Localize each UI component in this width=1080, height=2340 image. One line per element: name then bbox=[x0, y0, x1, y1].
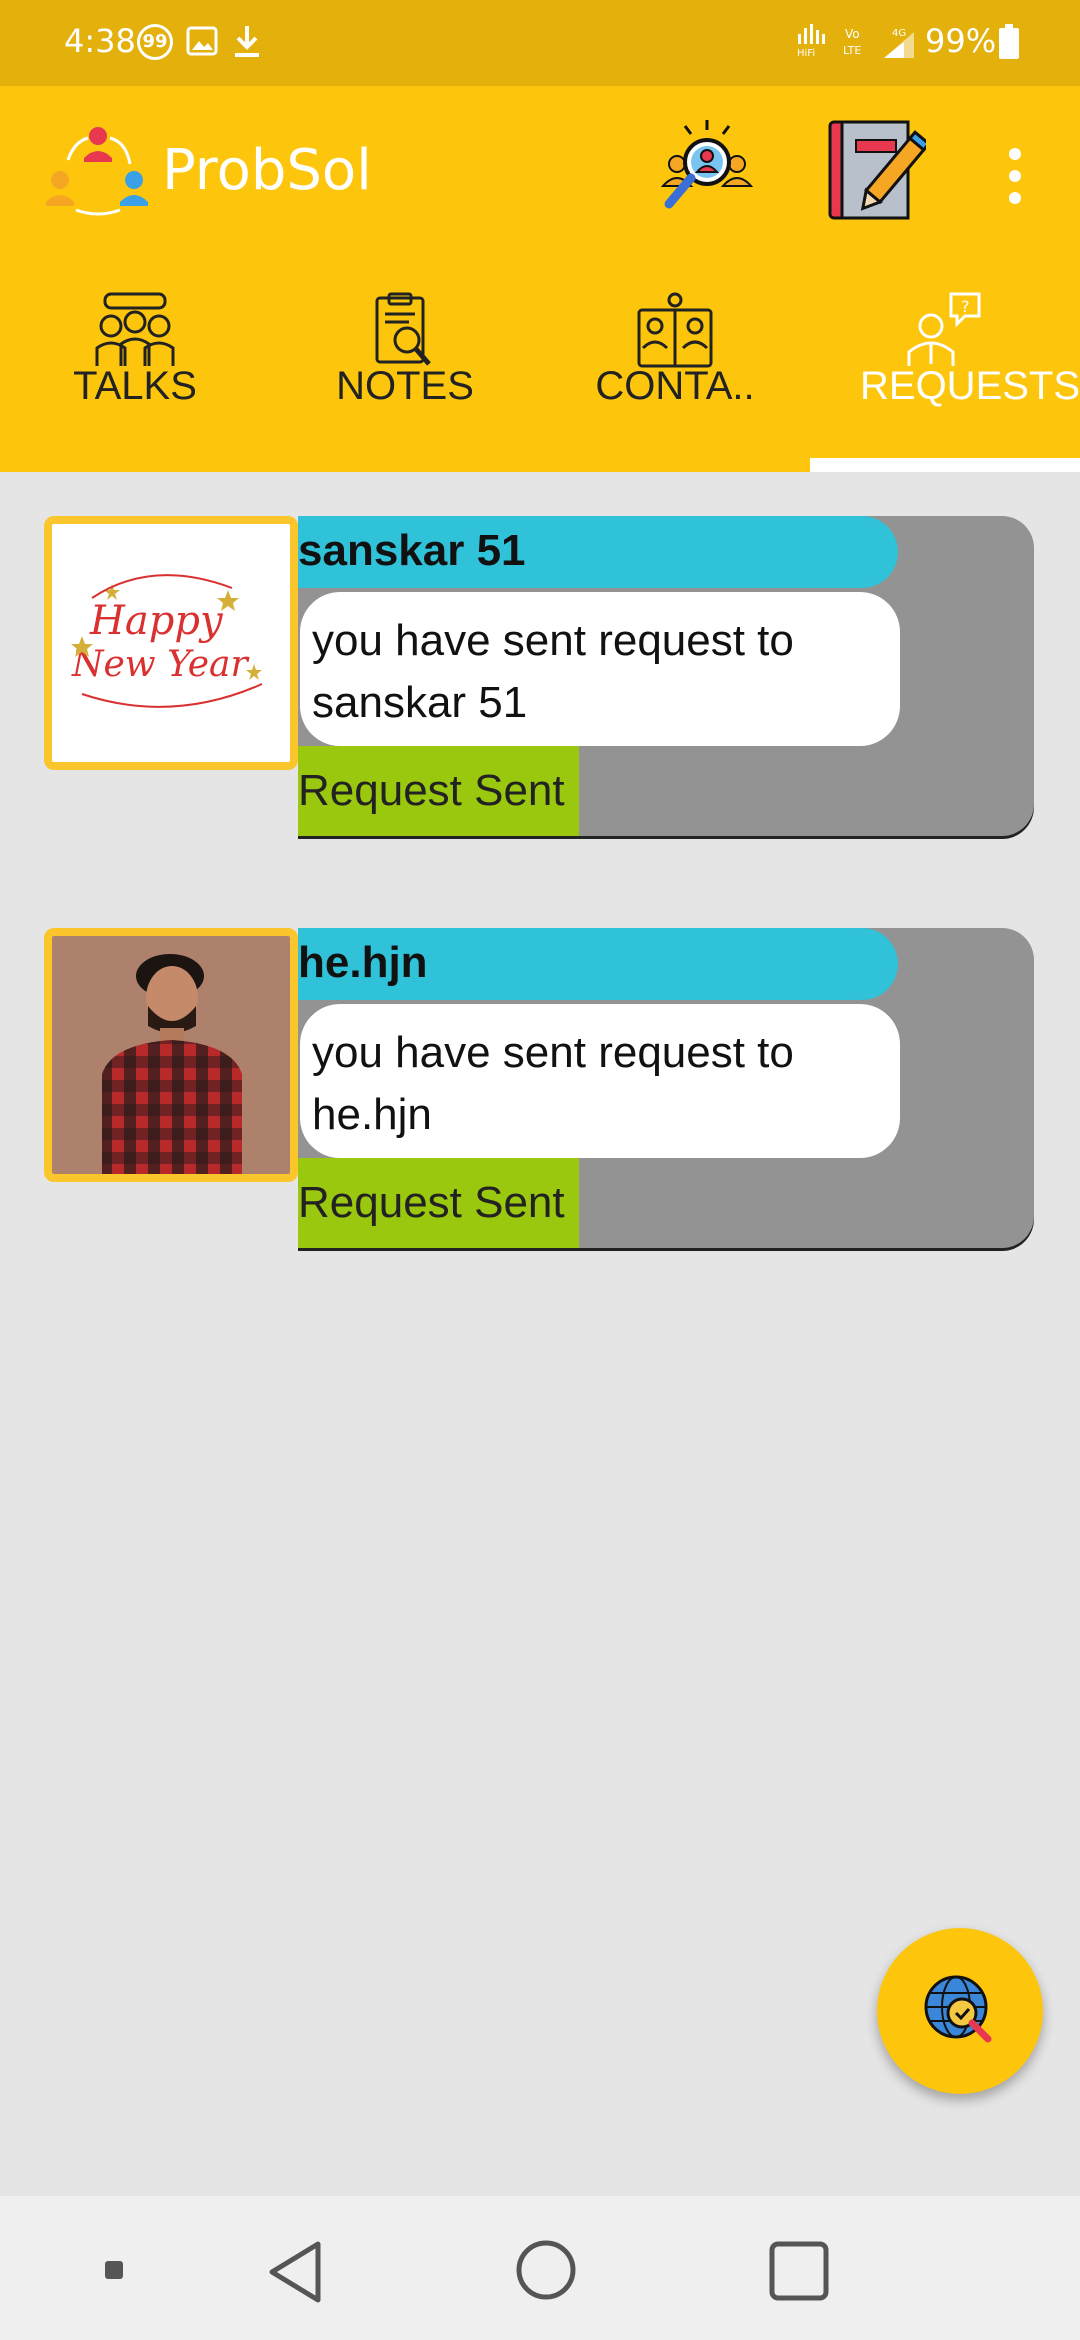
contact-name: sanskar 51 bbox=[298, 526, 526, 575]
request-card[interactable]: Happy New Year sanskar 51 you have sent … bbox=[44, 516, 1036, 842]
status-time: 4:38 bbox=[64, 22, 136, 60]
tab-notes[interactable]: NOTES bbox=[270, 286, 540, 472]
tab-contacts[interactable]: CONTA.. bbox=[540, 286, 810, 472]
tab-label: CONTA.. bbox=[595, 364, 755, 408]
request-message: you have sent request to he.hjn bbox=[300, 1004, 900, 1158]
contacts-icon bbox=[637, 292, 713, 368]
tab-label: TALKS bbox=[73, 364, 197, 408]
globe-search-button[interactable] bbox=[877, 1928, 1043, 2094]
contact-name-bar: sanskar 51 bbox=[298, 516, 898, 588]
tab-label: REQUESTS bbox=[860, 364, 1080, 408]
active-tab-indicator bbox=[810, 458, 1080, 472]
download-icon bbox=[232, 24, 262, 64]
app-title: ProbSol bbox=[162, 138, 372, 203]
back-icon[interactable] bbox=[266, 2240, 326, 2308]
menu-dot-icon[interactable] bbox=[104, 2260, 124, 2284]
status-bar: 4:38 99 HiFi Vo LTE 4G 99% bbox=[0, 0, 1080, 86]
request-sent-button[interactable]: Request Sent bbox=[298, 1158, 579, 1248]
svg-text:?: ? bbox=[961, 297, 970, 316]
tab-requests[interactable]: ? REQUESTS bbox=[810, 286, 1080, 472]
svg-text:New Year: New Year bbox=[71, 644, 249, 685]
battery-icon bbox=[998, 24, 1020, 64]
signal-icon: 4G bbox=[880, 26, 920, 64]
talks-icon bbox=[95, 292, 175, 366]
globe-search-icon bbox=[924, 1975, 992, 2043]
avatar[interactable]: Happy New Year bbox=[44, 516, 298, 770]
request-message: you have sent request to sanskar 51 bbox=[300, 592, 900, 746]
request-sent-button[interactable]: Request Sent bbox=[298, 746, 579, 836]
requests-icon: ? bbox=[907, 292, 981, 366]
svg-text:Happy: Happy bbox=[89, 598, 224, 644]
contact-name-bar: he.hjn bbox=[298, 928, 898, 1000]
avatar[interactable] bbox=[44, 928, 298, 1182]
svg-text:LTE: LTE bbox=[843, 44, 861, 57]
contact-name: he.hjn bbox=[298, 938, 428, 987]
more-options-icon[interactable] bbox=[998, 146, 1032, 206]
happy-new-year-image: Happy New Year bbox=[52, 524, 290, 762]
home-icon[interactable] bbox=[515, 2239, 577, 2305]
system-nav-bar bbox=[0, 2196, 1080, 2340]
battery-percent: 99% bbox=[925, 22, 997, 60]
app-bar: ProbSol TALKS NOTES CONTA.. ? REQUESTS bbox=[0, 86, 1080, 472]
notes-icon bbox=[375, 292, 431, 366]
request-card-body: he.hjn you have sent request to he.hjn R… bbox=[298, 928, 1034, 1248]
notebook-button[interactable] bbox=[826, 118, 931, 222]
notification-count-badge: 99 bbox=[137, 24, 173, 60]
hifi-signal-icon: HiFi bbox=[796, 24, 832, 62]
volte-icon: Vo LTE bbox=[843, 26, 873, 62]
app-logo-icon bbox=[46, 122, 150, 224]
svg-text:Vo: Vo bbox=[845, 27, 860, 41]
tab-bar: TALKS NOTES CONTA.. ? REQUESTS bbox=[0, 286, 1080, 472]
man-in-plaid-shirt-photo bbox=[52, 936, 290, 1174]
tab-label: NOTES bbox=[336, 364, 474, 408]
image-icon bbox=[186, 26, 218, 60]
svg-text:4G: 4G bbox=[892, 28, 906, 39]
svg-text:HiFi: HiFi bbox=[797, 48, 815, 58]
request-card-body: sanskar 51 you have sent request to sans… bbox=[298, 516, 1034, 836]
search-people-button[interactable] bbox=[655, 116, 759, 220]
request-card[interactable]: he.hjn you have sent request to he.hjn R… bbox=[44, 928, 1036, 1254]
recents-icon[interactable] bbox=[768, 2240, 830, 2306]
tab-talks[interactable]: TALKS bbox=[0, 286, 270, 472]
